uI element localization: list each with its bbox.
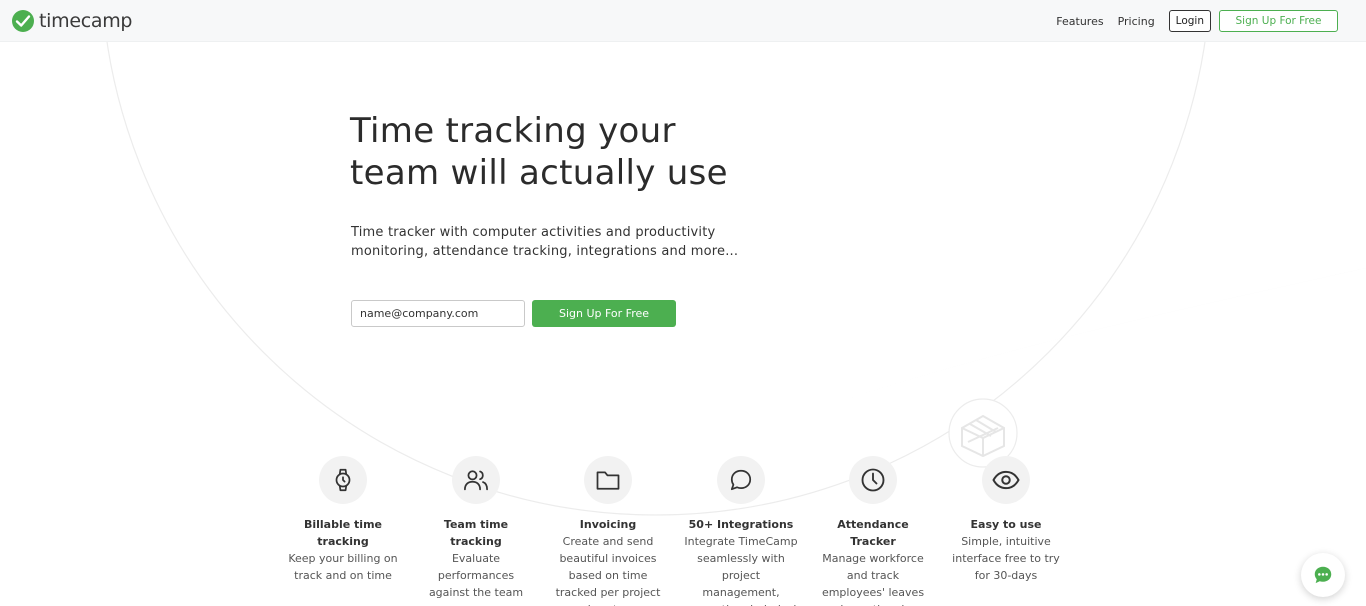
timecamp-logo[interactable]: timecamp <box>11 9 132 33</box>
feature-icon-circle <box>452 456 500 504</box>
hero-subtitle-line1: Time tracker with computer activities an… <box>351 225 716 240</box>
feature-title: Attendance Tracker <box>837 518 909 548</box>
nav-link-features[interactable]: Features <box>1056 15 1103 28</box>
feature-attendance-tracker: Attendance Tracker Manage workforce and … <box>814 456 932 606</box>
email-input[interactable] <box>351 300 525 327</box>
feature-title: 50+ Integrations <box>688 518 794 531</box>
feature-invoicing: Invoicing Create and send beautiful invo… <box>549 456 667 606</box>
feature-icon-circle <box>849 456 897 504</box>
hero-subtitle-line2: monitoring, attendance tracking, integra… <box>351 244 739 259</box>
feature-title: Invoicing <box>579 518 637 531</box>
logo-text: timecamp <box>39 10 133 32</box>
top-navigation-bar: timecamp Features Pricing Login Sign Up … <box>0 0 1366 42</box>
feature-description: Integrate TimeCamp seamlessly with proje… <box>682 535 799 606</box>
feature-description: Simple, intuitive interface free to try … <box>952 535 1060 582</box>
users-icon <box>464 470 488 491</box>
feature-title: Team time tracking <box>443 518 509 548</box>
hero-subtitle: Time tracker with computer activities an… <box>351 223 751 261</box>
feature-description: Manage workforce and track employees' le… <box>821 552 925 606</box>
hero-title: Time tracking your team will actually us… <box>350 110 770 194</box>
chat-bubble-icon <box>730 469 752 491</box>
header-signup-button[interactable]: Sign Up For Free <box>1219 10 1338 32</box>
hero-title-line2: team will actually use <box>350 153 728 193</box>
feature-integrations: 50+ Integrations Integrate TimeCamp seam… <box>682 456 800 606</box>
timecamp-logo-icon <box>12 10 34 32</box>
feature-description: Evaluate performances against the team <box>428 552 524 599</box>
clock-icon <box>861 468 885 492</box>
live-chat-button[interactable] <box>1301 553 1345 597</box>
feature-description: Create and send beautiful invoices based… <box>555 535 661 606</box>
nav-link-pricing[interactable]: Pricing <box>1118 15 1155 28</box>
feature-description: Keep your billing on track and on time <box>288 552 398 582</box>
feature-team-time-tracking: Team time tracking Evaluate performances… <box>417 456 535 601</box>
feature-icon-circle <box>717 456 765 504</box>
hero-signup-button[interactable]: Sign Up For Free <box>532 300 676 327</box>
feature-billable-time-tracking: Billable time tracking Keep your billing… <box>284 456 402 584</box>
feature-title: Easy to use <box>970 518 1042 531</box>
main-nav: Features Pricing Login Sign Up For Free <box>1056 10 1338 32</box>
watch-icon <box>335 468 351 492</box>
feature-easy-to-use: Easy to use Simple, intuitive interface … <box>947 456 1065 584</box>
eye-icon <box>992 470 1020 490</box>
feature-title: Billable time tracking <box>303 518 382 548</box>
login-button[interactable]: Login <box>1168 10 1211 32</box>
chat-icon <box>1314 566 1332 584</box>
feature-icon-circle <box>584 456 632 504</box>
hero-title-line1: Time tracking your <box>350 111 676 151</box>
folder-icon <box>596 471 620 490</box>
feature-icon-circle <box>319 456 367 504</box>
feature-icon-circle <box>982 456 1030 504</box>
